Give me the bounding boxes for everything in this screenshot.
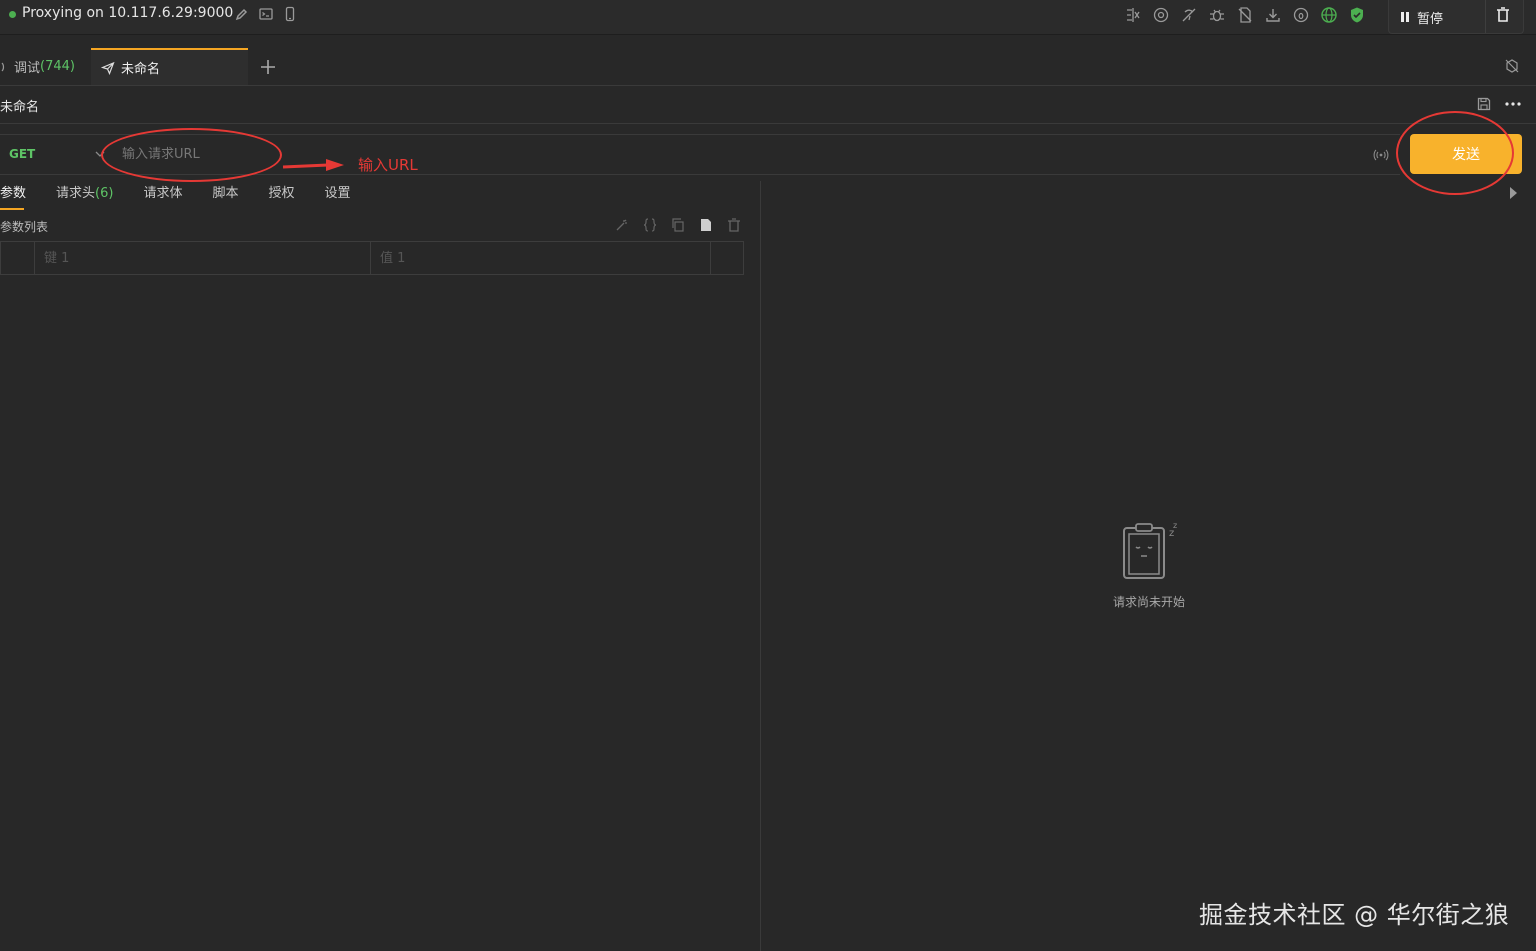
tab-script-label: 脚本: [212, 186, 239, 201]
param-key-cell: [34, 242, 371, 274]
param-value-cell: [370, 242, 711, 274]
pause-icon: [1401, 12, 1409, 22]
params-list-label: 参数列表: [0, 220, 49, 234]
tab-debug[interactable]: 调试 (744): [0, 48, 90, 85]
annotation-arrow: [282, 159, 344, 171]
method-select[interactable]: GET: [9, 147, 35, 161]
annotation-label: 输入URL: [358, 156, 418, 174]
sleeping-clipboard-icon: z z: [1119, 520, 1183, 582]
add-tab-button[interactable]: [258, 57, 278, 77]
download-icon[interactable]: [1264, 6, 1282, 24]
tab-script[interactable]: 脚本: [212, 178, 238, 210]
params-toolbar: [614, 217, 742, 233]
record-controls: 暂停: [1388, 0, 1524, 34]
pause-label: 暂停: [1417, 11, 1444, 27]
expand-panel-icon[interactable]: [1508, 186, 1518, 200]
tab-settings-label: 设置: [324, 186, 351, 201]
tab-headers-count: (6): [95, 186, 114, 201]
edit-icon[interactable]: [234, 6, 252, 24]
trash-icon: [1497, 7, 1509, 22]
plus-icon: [261, 60, 275, 74]
tab-settings[interactable]: 设置: [325, 178, 351, 210]
tab-auth[interactable]: 授权: [268, 178, 294, 210]
more-options-icon[interactable]: [1504, 96, 1522, 112]
proxy-status-dot: [9, 11, 16, 18]
bug-icon[interactable]: [1208, 6, 1226, 24]
globe-icon[interactable]: [1320, 6, 1338, 24]
save-icon[interactable]: [1476, 96, 1492, 112]
broadcast-icon: [1, 62, 5, 71]
empty-state-text: 请求尚未开始: [1112, 595, 1185, 609]
tab-untitled-label: 未命名: [121, 62, 161, 77]
proxy-status-text: Proxying on 10.117.6.29:9000: [22, 5, 234, 21]
panel-splitter[interactable]: [760, 181, 761, 951]
param-value-input[interactable]: [370, 242, 710, 274]
annotation-ellipse-url: [101, 128, 282, 182]
pause-button[interactable]: 暂停: [1399, 6, 1443, 28]
paste-icon[interactable]: [698, 217, 714, 233]
copy-icon[interactable]: [670, 217, 686, 233]
send-icon: [101, 61, 115, 75]
param-actions-cell[interactable]: [710, 242, 743, 274]
top-bar: Proxying on 10.117.6.29:9000 暂停: [0, 0, 1536, 35]
terminal-icon[interactable]: [258, 6, 276, 24]
close-all-tabs-button[interactable]: [1504, 58, 1522, 76]
signal-icon[interactable]: [1373, 147, 1389, 163]
tab-params-label: 参数: [0, 186, 27, 201]
divider: [1485, 0, 1486, 33]
tab-debug-label: 调试: [14, 61, 41, 76]
watermark: 掘金技术社区 @ 华尔街之狼: [1199, 901, 1510, 929]
no-network-icon[interactable]: [1180, 6, 1198, 24]
delete-icon[interactable]: [726, 217, 742, 233]
tab-untitled[interactable]: 未命名: [91, 48, 248, 85]
shield-icon[interactable]: [1348, 6, 1366, 24]
param-key-input[interactable]: [34, 242, 370, 274]
svg-text:z: z: [1173, 521, 1177, 530]
braces-icon[interactable]: [642, 217, 658, 233]
box-off-icon: [1505, 59, 1519, 73]
magic-wand-icon[interactable]: [614, 217, 630, 233]
annotation-ellipse-send: [1396, 111, 1514, 195]
tab-debug-count: (744): [40, 59, 75, 74]
filter-icon[interactable]: [1124, 6, 1142, 24]
tab-headers[interactable]: 请求头(6): [56, 178, 113, 210]
params-table: [0, 241, 744, 275]
clear-button[interactable]: [1495, 6, 1513, 26]
request-title-bar: 未命名: [0, 86, 1536, 124]
param-row-checkbox-cell[interactable]: [1, 242, 35, 274]
tab-headers-label: 请求头: [56, 186, 96, 201]
at-icon[interactable]: [1152, 6, 1170, 24]
tab-body-label: 请求体: [143, 186, 183, 201]
request-section-tabs: 参数 请求头(6) 请求体 脚本 授权 设置: [0, 178, 381, 210]
request-tabs: 调试 (744) 未命名: [0, 48, 1536, 86]
mobile-icon[interactable]: [282, 6, 300, 24]
tab-params[interactable]: 参数: [0, 178, 26, 210]
no-cache-icon[interactable]: [1236, 6, 1254, 24]
tab-body[interactable]: 请求体: [143, 178, 182, 210]
sequence-icon[interactable]: [1292, 6, 1310, 24]
tab-auth-label: 授权: [268, 186, 295, 201]
request-title[interactable]: 未命名: [0, 96, 39, 115]
